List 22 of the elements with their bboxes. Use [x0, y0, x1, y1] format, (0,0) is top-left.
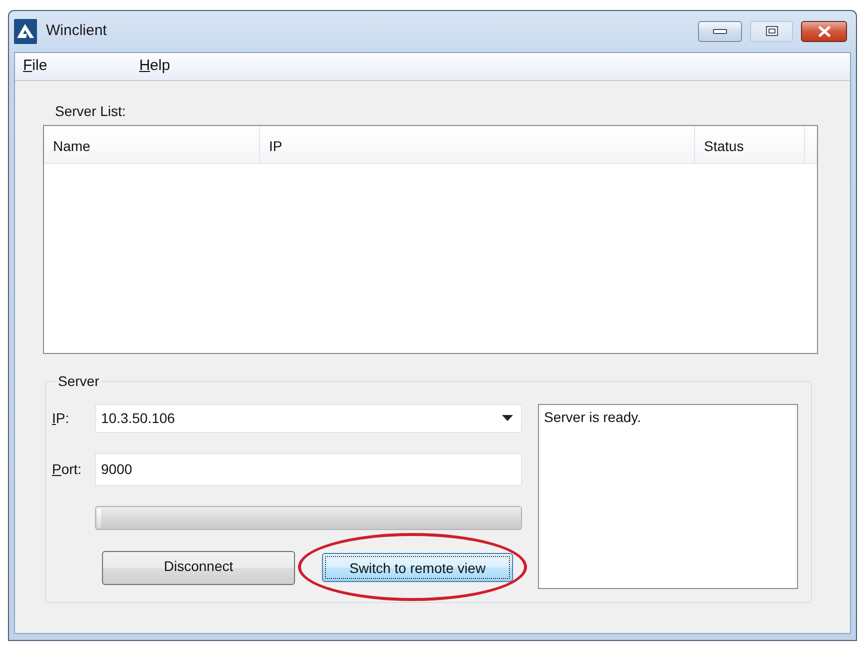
column-header[interactable]: Status — [695, 126, 805, 164]
port-input[interactable]: 9000 — [95, 452, 522, 486]
logo-icon — [14, 18, 37, 44]
menu-item[interactable]: File — [17, 52, 54, 81]
menu-item[interactable]: Help — [133, 52, 176, 81]
field-label: IP: — [52, 408, 70, 428]
window-title: Winclient — [46, 21, 107, 42]
action-button[interactable]: Disconnect — [102, 550, 295, 585]
action-button[interactable]: Switch to remote view — [322, 553, 513, 582]
caret-icon — [502, 415, 513, 422]
column-header[interactable]: IP — [260, 126, 695, 164]
column-header[interactable]: Name — [44, 126, 260, 164]
section-label: Server List: — [55, 102, 126, 120]
maximize-button[interactable] — [750, 20, 793, 42]
maximize-icon — [766, 26, 778, 36]
minimize-button[interactable] — [698, 20, 742, 42]
status-text-area[interactable]: Server is ready. — [538, 404, 798, 589]
field-label: Port: — [52, 460, 83, 479]
ip-dropdown[interactable]: 10.3.50.106 — [95, 404, 522, 433]
close-button[interactable] — [801, 20, 847, 42]
close-icon — [818, 26, 830, 37]
minimize-icon — [713, 28, 727, 34]
